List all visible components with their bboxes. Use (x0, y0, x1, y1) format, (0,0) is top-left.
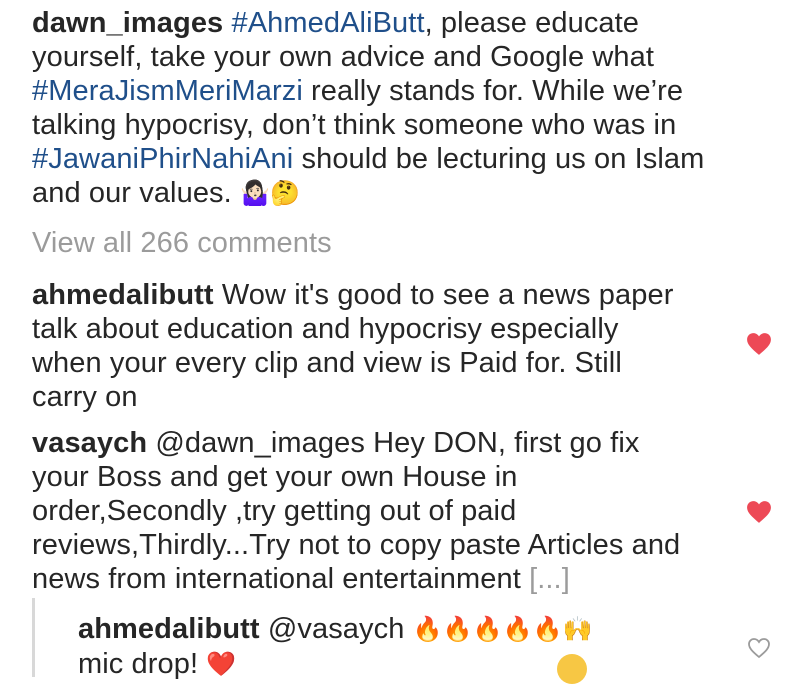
hashtag-jawaniphirnahiani[interactable]: #JawaniPhirNahiAni (32, 143, 293, 175)
caption-username[interactable]: dawn_images (32, 7, 223, 39)
partial-emoji-icon (557, 654, 587, 684)
more-link[interactable]: [...] (529, 563, 570, 595)
heart-filled-icon (747, 333, 771, 355)
like-button[interactable] (744, 498, 774, 526)
caption-emojis: 🤷🏻‍♀️🤔 (239, 180, 300, 207)
like-button[interactable] (744, 330, 774, 358)
comments-screen: dawn_images #AhmedAliButt, please educat… (0, 0, 800, 684)
like-button[interactable] (744, 634, 774, 662)
comment-item: ahmedalibutt Wow it's good to see a news… (32, 278, 692, 414)
hashtag-ahmedalibutt[interactable]: #AhmedAliButt (231, 7, 424, 39)
reply-item: ahmedalibutt @vasaych 🔥🔥🔥🔥🔥🙌 mic drop! ❤… (78, 612, 698, 682)
reply-heart-emoji: ❤️ (206, 651, 237, 678)
post-caption: dawn_images #AhmedAliButt, please educat… (32, 6, 722, 211)
comment-item: vasaych @dawn_images Hey DON, first go f… (32, 426, 692, 596)
hashtag-merajismmerimarzi[interactable]: #MeraJismMeriMarzi (32, 75, 303, 107)
heart-filled-icon (747, 501, 771, 523)
comment-username[interactable]: ahmedalibutt (32, 279, 214, 311)
heart-outline-icon (748, 638, 770, 659)
reply-emojis: 🔥🔥🔥🔥🔥🙌 (412, 616, 593, 643)
reply-text: mic drop! (78, 648, 199, 680)
view-all-comments-link[interactable]: View all 266 comments (32, 226, 722, 260)
reply-thread-line (32, 598, 35, 677)
comment-username[interactable]: vasaych (32, 427, 147, 459)
reply-mention[interactable]: @vasaych (268, 613, 405, 645)
reply-username[interactable]: ahmedalibutt (78, 613, 260, 645)
